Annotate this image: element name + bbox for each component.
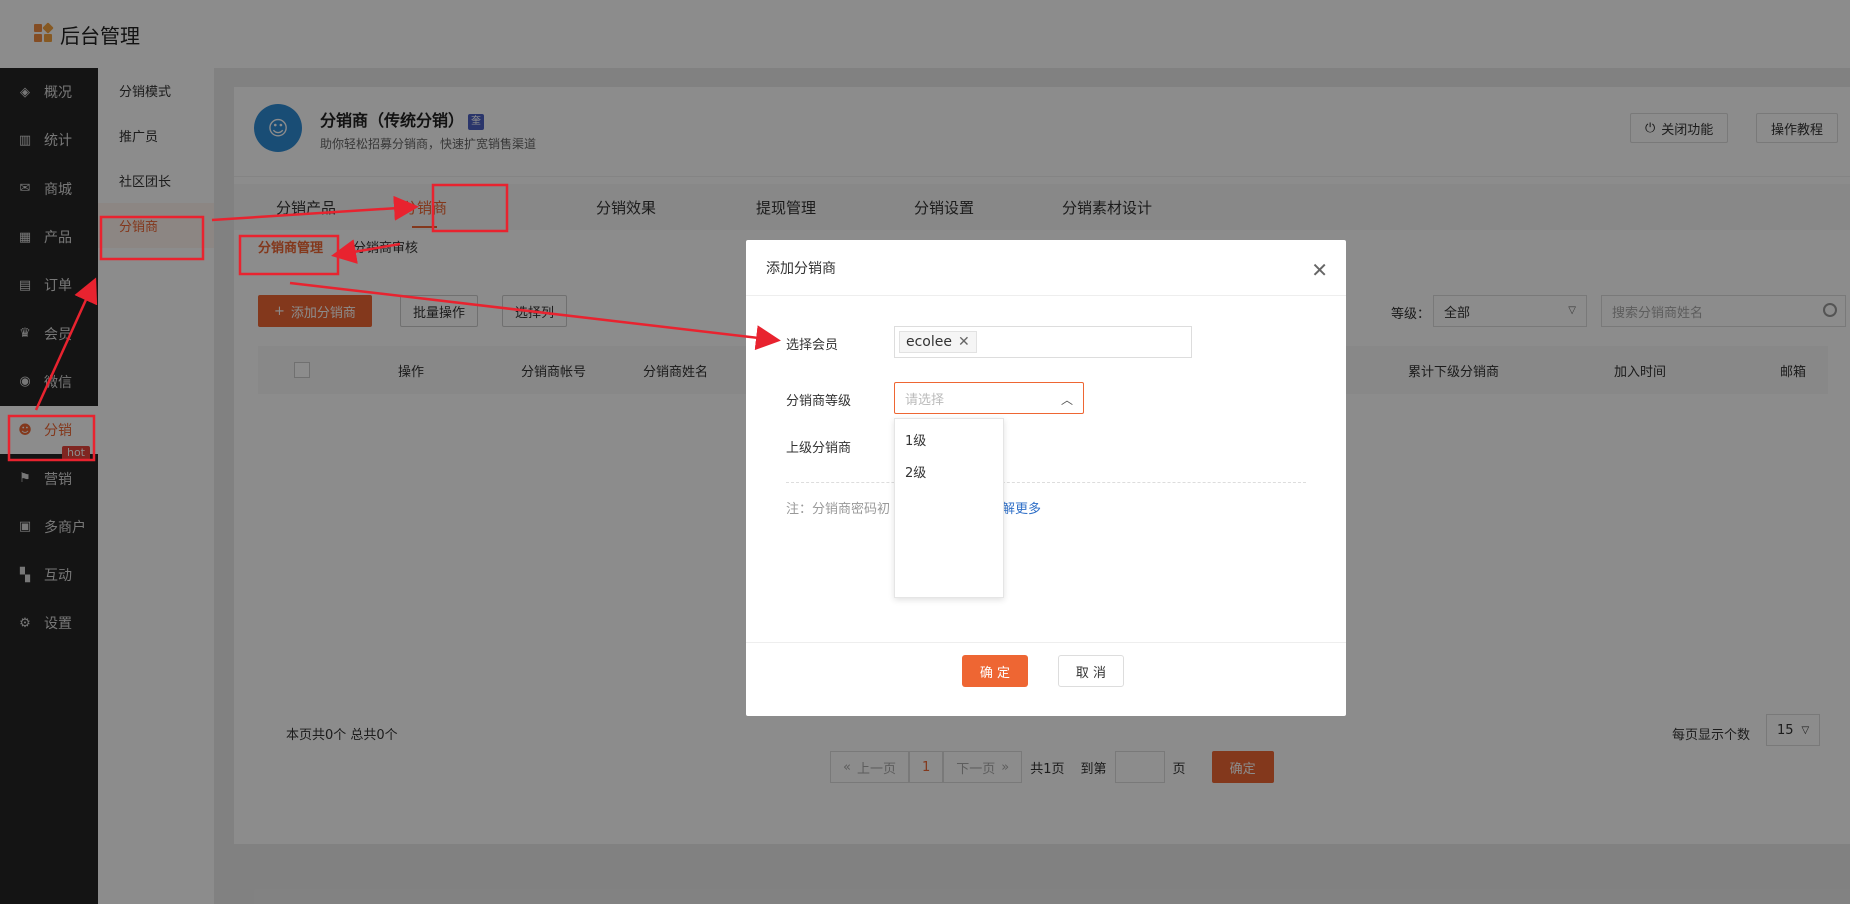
chevron-up-icon: ︿ [1060,393,1073,407]
level-select[interactable]: 请选择 ︿ [894,382,1084,414]
remove-tag-icon[interactable]: ✕ [958,334,970,350]
level-label: 分销商等级 [786,394,852,409]
level-option[interactable]: 2级 [895,455,1003,487]
level-dropdown: 1级 2级 [894,418,1004,598]
member-label: 选择会员 [786,338,839,353]
note-text: 注：分销商密码初 [786,502,891,517]
cancel-button[interactable]: 取 消 [1058,655,1124,687]
confirm-button[interactable]: 确 定 [962,655,1028,687]
member-select[interactable]: ecolee ✕ [894,326,1192,358]
close-icon[interactable]: ✕ [1311,258,1328,282]
learn-more-link[interactable]: 解更多 [1002,498,1041,517]
member-tag: ecolee ✕ [899,331,977,353]
parent-distributor-label: 上级分销商 [786,441,852,456]
dialog-footer: 确 定 取 消 [746,642,1346,716]
level-option[interactable]: 1级 [895,423,1003,455]
add-distributor-dialog: 添加分销商 ✕ 选择会员 ecolee ✕ 分销商等级 请选择 ︿ 1级 2级 上级… [746,240,1346,716]
divider [786,482,1306,483]
dialog-title: 添加分销商 [746,240,1346,296]
